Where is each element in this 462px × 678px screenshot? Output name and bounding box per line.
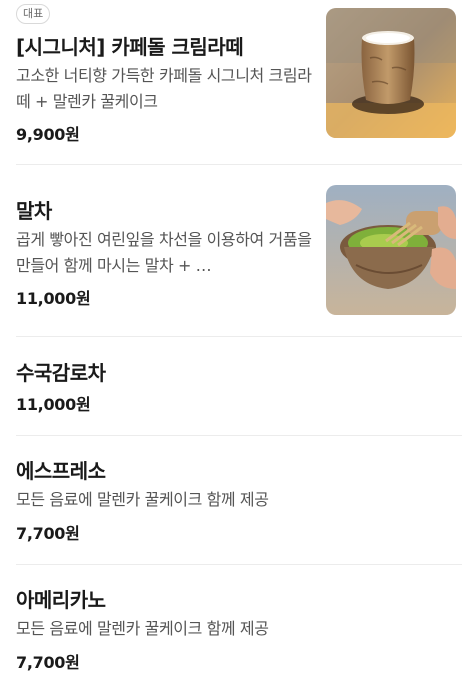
menu-item-americano[interactable]: 아메리카노 모든 음료에 말렌카 꿀케이크 함께 제공 7,700원 bbox=[0, 565, 462, 678]
menu-item-price: 9,900원 bbox=[16, 125, 80, 144]
cream-latte-photo[interactable] bbox=[326, 8, 456, 138]
menu-item-name: [시그니처] 카페돌 크림라떼 bbox=[16, 35, 244, 59]
matcha-whisk-photo-icon bbox=[326, 185, 456, 315]
menu-item-price: 11,000원 bbox=[16, 395, 91, 414]
menu-item-description: 모든 음료에 말렌카 꿀케이크 함께 제공 bbox=[16, 619, 269, 638]
menu-item-name: 수국감로차 bbox=[16, 361, 106, 385]
menu-item-name: 아메리카노 bbox=[16, 588, 106, 612]
menu-item-price: 7,700원 bbox=[16, 524, 80, 543]
menu-item-description: 고소한 너티향 가득한 카페돌 시그니처 크림라떼 + 말렌카 꿀케이크 bbox=[16, 66, 312, 111]
menu-item-name: 말차 bbox=[16, 199, 52, 223]
menu-list: 대표 [시그니처] 카페돌 크림라떼 고소한 너티향 가득한 카페돌 시그니처 … bbox=[0, 0, 462, 678]
menu-item-description: 모든 음료에 말렌카 꿀케이크 함께 제공 bbox=[16, 490, 269, 509]
representative-badge: 대표 bbox=[16, 4, 51, 24]
menu-item-description: 곱게 빻아진 여린잎을 차선을 이용하여 거품을 만들어 함께 마시는 말차 +… bbox=[16, 230, 312, 275]
cream-latte-photo-icon bbox=[326, 8, 456, 138]
menu-item-hydrangea-tea[interactable]: 수국감로차 11,000원 bbox=[0, 337, 462, 435]
menu-item-name: 에스프레소 bbox=[16, 459, 106, 483]
menu-item-price: 7,700원 bbox=[16, 653, 80, 672]
menu-item-price: 11,000원 bbox=[16, 289, 91, 308]
menu-item-matcha[interactable]: 말차 곱게 빻아진 여린잎을 차선을 이용하여 거품을 만들어 함께 마시는 말… bbox=[0, 165, 462, 336]
menu-item-signature-cream-latte[interactable]: 대표 [시그니처] 카페돌 크림라떼 고소한 너티향 가득한 카페돌 시그니처 … bbox=[0, 0, 462, 165]
menu-item-espresso[interactable]: 에스프레소 모든 음료에 말렌카 꿀케이크 함께 제공 7,700원 bbox=[0, 436, 462, 564]
matcha-whisk-photo[interactable] bbox=[326, 185, 456, 315]
